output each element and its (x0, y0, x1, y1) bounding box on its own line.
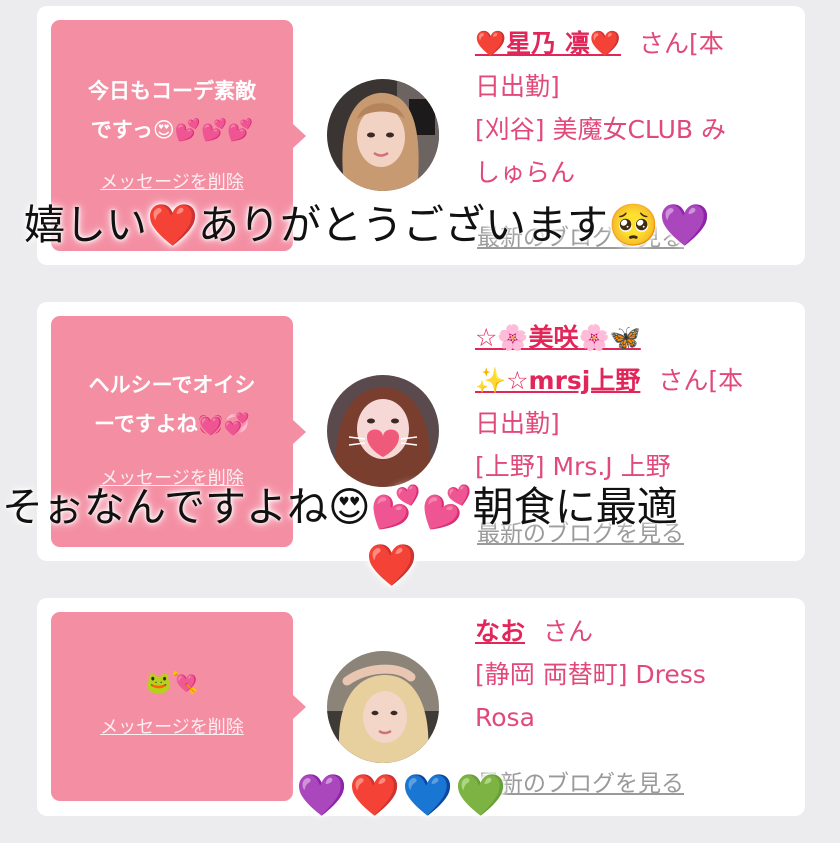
sender-name[interactable]: ☆🌸美咲🌸🦋 (475, 323, 641, 352)
sender-name[interactable]: なお (475, 617, 525, 646)
message-text: ヘルシーでオイシ ーですよね💓💞 (88, 373, 256, 436)
avatar[interactable] (327, 375, 439, 487)
delete-message-link[interactable]: メッセージを削除 (100, 717, 244, 738)
sender-name-cont[interactable]: ✨☆mrsj上野 (475, 366, 640, 395)
overlay-caption-2: そぉなんですよね😍💕💕朝食に最適 (2, 483, 678, 531)
avatar[interactable] (327, 651, 439, 763)
message-text: 今日もコーデ素敵 ですっ😍💕💕💕 (88, 79, 256, 142)
avatar[interactable] (327, 79, 439, 191)
sender-info: ❤️星乃 凛❤️ さん[本 日出勤] [刈谷] 美魔女CLUB み しゅらん (475, 29, 726, 187)
delete-message-link[interactable]: メッセージを削除 (100, 172, 244, 193)
message-text: 🐸💘 (145, 671, 199, 695)
message-bubble: 🐸💘 メッセージを削除 (51, 612, 306, 801)
overlay-caption-1: 嬉しい❤️ありがとうございます🥺💜 (24, 201, 711, 249)
overlay-heart: ❤️ (366, 541, 418, 589)
sender-name[interactable]: ❤️星乃 凛❤️ (475, 29, 621, 58)
sender-info: なお さん [静岡 両替町] Dress Rosa (475, 617, 706, 732)
sender-info: ☆🌸美咲🌸🦋 ✨☆mrsj上野 さん[本 日出勤] [上野] Mrs.J 上野 (475, 323, 744, 481)
overlay-hearts-row: 💜❤️💙💚 (296, 771, 509, 819)
